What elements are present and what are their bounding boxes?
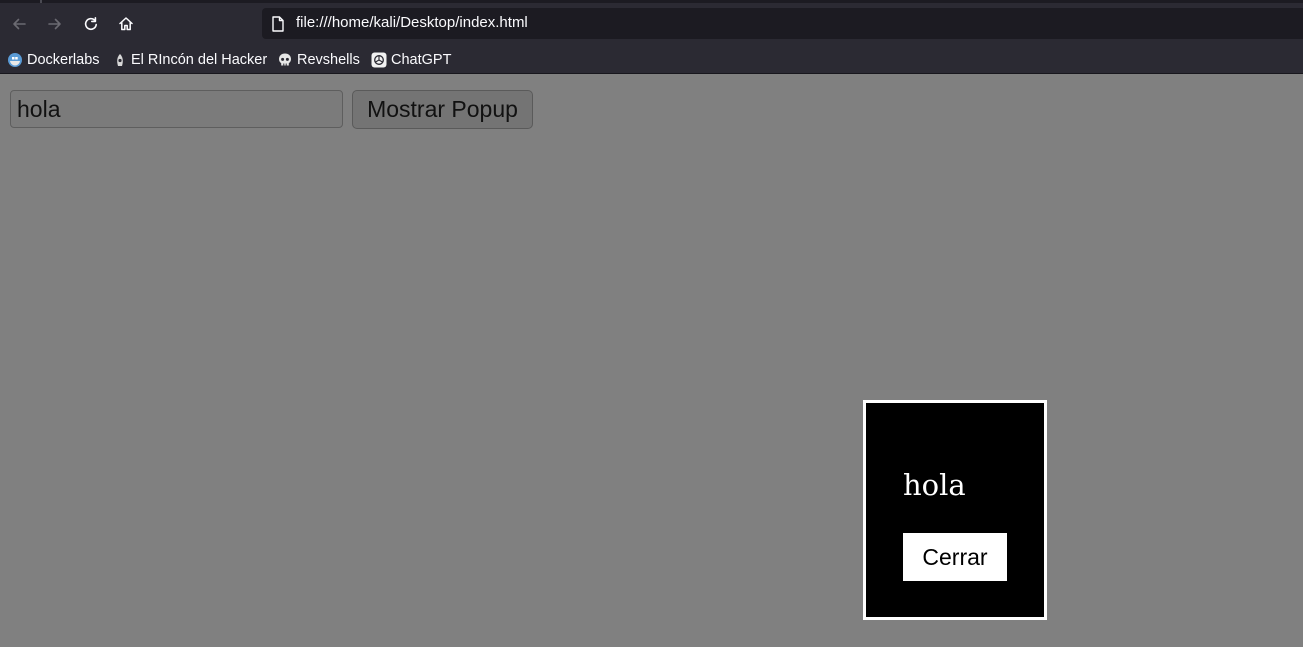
page-content: Mostrar Popup hola Cerrar [0,75,1303,647]
address-bar[interactable]: file:///home/kali/Desktop/index.html [262,8,1303,39]
bookmark-revshells[interactable]: Revshells [277,50,360,70]
popup-text-input[interactable] [10,90,343,128]
back-button[interactable] [6,11,32,37]
popup-dialog: hola Cerrar [863,400,1047,620]
bookmark-label: Dockerlabs [27,52,100,68]
bookmark-el-rincon-del-hacker[interactable]: El RIncón del Hacker [113,50,267,70]
home-button[interactable] [113,11,139,37]
forward-button[interactable] [42,11,68,37]
popup-message: hola [903,468,966,502]
bookmark-label: ChatGPT [391,52,452,68]
page-icon [272,16,284,32]
show-popup-button[interactable]: Mostrar Popup [352,90,533,129]
reload-icon [84,17,97,31]
home-icon [119,17,133,31]
forward-arrow-icon [48,18,61,30]
dockerlabs-icon [7,52,23,68]
bookmark-label: Revshells [297,52,360,68]
close-popup-button[interactable]: Cerrar [903,533,1007,581]
reload-button[interactable] [78,11,104,37]
back-arrow-icon [13,18,26,30]
bookmarks-toolbar: Dockerlabs El RIncón del Hacker Revshell… [0,45,1303,74]
skull-icon [277,52,293,68]
bookmark-label: El RIncón del Hacker [131,52,268,68]
navigation-toolbar: file:///home/kali/Desktop/index.html [0,3,1303,45]
rincon-hacker-icon [113,52,127,68]
bookmark-chatgpt[interactable]: ChatGPT [371,50,451,70]
bookmark-dockerlabs[interactable]: Dockerlabs [7,50,100,70]
chatgpt-icon [371,52,387,68]
url-text: file:///home/kali/Desktop/index.html [296,14,528,31]
